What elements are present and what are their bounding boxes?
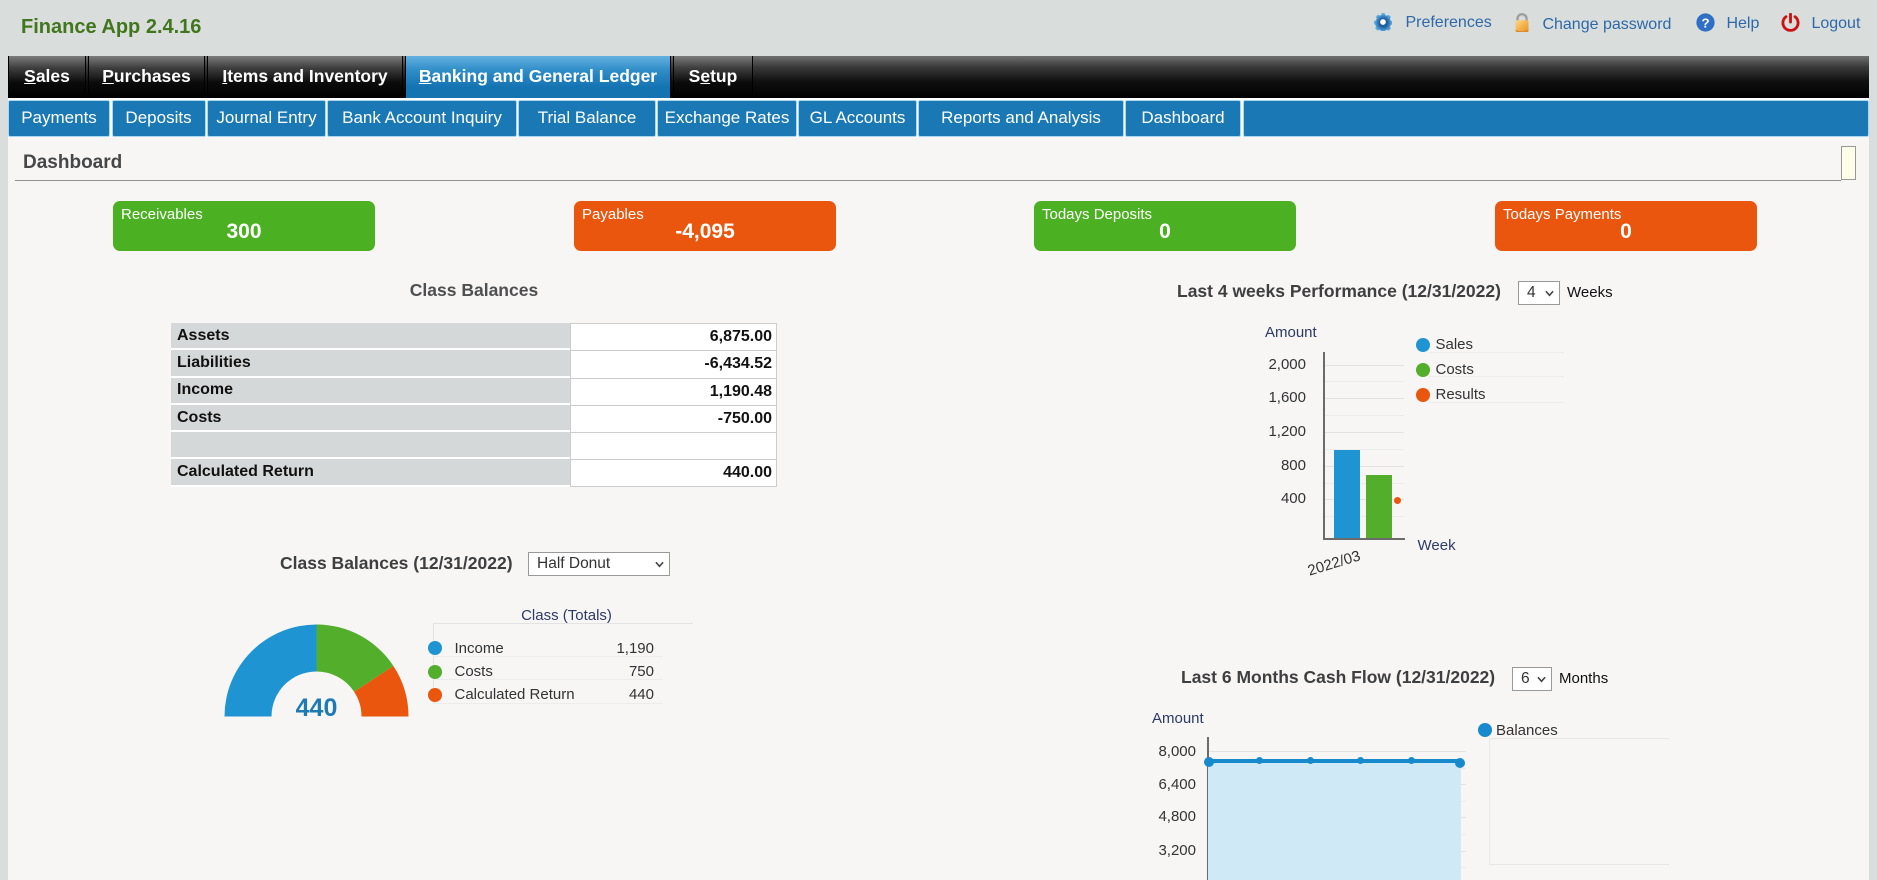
svg-text:?: ? bbox=[1701, 15, 1709, 30]
